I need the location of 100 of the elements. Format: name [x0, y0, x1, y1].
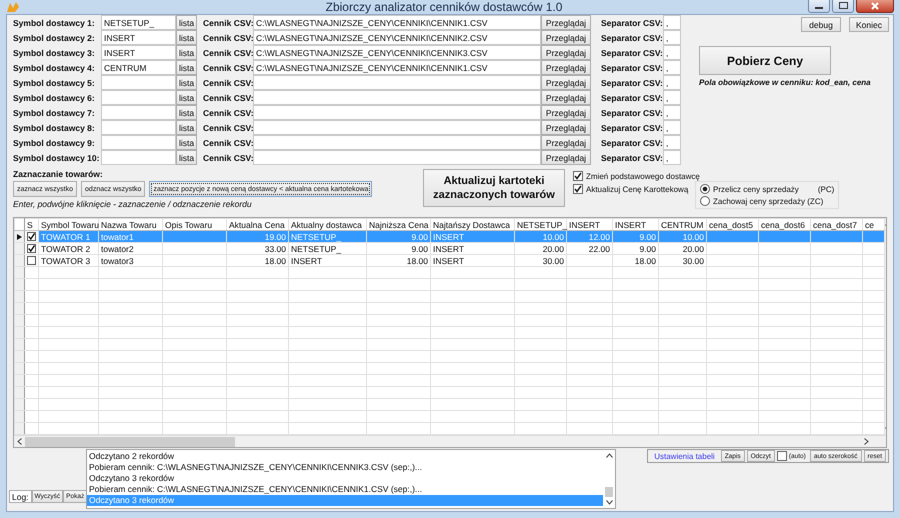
browse-button[interactable]: Przeglądaj	[541, 60, 591, 75]
supplier-label: Symbol dostawcy 3:	[13, 46, 96, 60]
log-entry[interactable]: Pobieram cennik: C:\WLASNEGT\NAJNIZSZE_CENY\CENNIKI\CENNIK1.CSV (sep:,)...	[87, 484, 603, 495]
exit-button[interactable]: Koniec	[849, 17, 889, 32]
column-header[interactable]: Opis Towaru	[162, 218, 226, 230]
browse-button[interactable]: Przeglądaj	[541, 150, 591, 165]
column-header[interactable]: cena_dost6	[758, 218, 810, 230]
column-header[interactable]: Nazwa Towaru	[98, 218, 162, 230]
column-header[interactable]: CENTRUM	[658, 218, 706, 230]
column-header[interactable]: INSERT	[612, 218, 658, 230]
column-header[interactable]: ce	[862, 218, 884, 230]
separator-field[interactable]: ,	[663, 45, 681, 60]
debug-button[interactable]: debug	[801, 17, 841, 32]
symbol-field[interactable]	[101, 120, 176, 135]
csv-path-field[interactable]: C:\WLASNEGT\NAJNIZSZE_CENY\CENNIKI\CENNIK3.CSV	[253, 45, 541, 60]
separator-field[interactable]: ,	[663, 150, 681, 165]
separator-field[interactable]: ,	[663, 15, 681, 30]
fetch-prices-button[interactable]: Pobierz Ceny	[699, 46, 831, 75]
csv-path-field[interactable]	[253, 90, 541, 105]
row-checkbox[interactable]	[27, 244, 36, 253]
list-button[interactable]: lista	[176, 120, 197, 135]
list-button[interactable]: lista	[176, 30, 197, 45]
horizontal-scrollbar[interactable]	[14, 435, 886, 447]
browse-button[interactable]: Przeglądaj	[541, 120, 591, 135]
symbol-field[interactable]	[101, 90, 176, 105]
list-button[interactable]: lista	[176, 105, 197, 120]
scroll-left-icon[interactable]	[17, 438, 22, 445]
row-checkbox[interactable]	[27, 256, 36, 265]
separator-field[interactable]: ,	[663, 30, 681, 45]
checkbox[interactable]	[776, 451, 787, 461]
minimize-button[interactable]	[808, 0, 830, 13]
list-button[interactable]: lista	[176, 15, 197, 30]
scroll-thumb[interactable]	[25, 436, 235, 446]
csv-path-field[interactable]	[253, 120, 541, 135]
symbol-field[interactable]	[101, 75, 176, 90]
table-cell	[706, 242, 758, 254]
symbol-field[interactable]	[101, 150, 176, 165]
column-header[interactable]: INSERT	[566, 218, 612, 230]
browse-button[interactable]: Przeglądaj	[541, 135, 591, 150]
list-button[interactable]: lista	[176, 150, 197, 165]
separator-field[interactable]: ,	[663, 90, 681, 105]
symbol-field[interactable]: CENTRUM	[101, 60, 176, 75]
log-entry[interactable]: Odczytano 2 rekordów	[87, 451, 603, 462]
browse-button[interactable]: Przeglądaj	[541, 90, 591, 105]
column-header[interactable]: Aktualny dostawca	[288, 218, 366, 230]
radio-button[interactable]	[700, 184, 710, 194]
scroll-up-icon[interactable]	[606, 453, 612, 458]
column-header[interactable]: NETSETUP_	[514, 218, 566, 230]
separator-field[interactable]: ,	[663, 135, 681, 150]
close-button[interactable]	[856, 0, 894, 13]
separator-field[interactable]: ,	[663, 75, 681, 90]
csv-path-field[interactable]: C:\WLASNEGT\NAJNIZSZE_CENY\CENNIKI\CENNIK1.CSV	[253, 60, 541, 75]
list-button[interactable]: lista	[176, 75, 197, 90]
browse-button[interactable]: Przeglądaj	[541, 15, 591, 30]
scroll-thumb[interactable]	[605, 487, 613, 497]
log-button[interactable]: Log:	[9, 490, 32, 503]
symbol-field[interactable]: INSERT	[101, 30, 176, 45]
log-entry[interactable]: Pobieram cennik: C:\WLASNEGT\NAJNIZSZE_CENY\CENNIKI\CENNIK3.CSV (sep:,)...	[87, 462, 603, 473]
browse-button[interactable]: Przeglądaj	[541, 45, 591, 60]
list-button[interactable]: lista	[176, 45, 197, 60]
update-records-button[interactable]: Aktualizuj kartoteki zaznaczonych towarów	[423, 169, 565, 207]
row-header[interactable]	[14, 230, 24, 242]
log-entry[interactable]: Odczytano 3 rekordów	[87, 473, 603, 484]
list-button[interactable]: lista	[176, 60, 197, 75]
column-header[interactable]: cena_dost5	[706, 218, 758, 230]
browse-button[interactable]: Przeglądaj	[541, 105, 591, 120]
table-cell	[758, 242, 810, 254]
csv-label: Cennik CSV:	[203, 16, 253, 30]
maximize-button[interactable]	[832, 0, 854, 13]
browse-button[interactable]: Przeglądaj	[541, 75, 591, 90]
csv-path-field[interactable]	[253, 150, 541, 165]
scroll-down-icon[interactable]	[606, 500, 612, 505]
column-header[interactable]: Najtańszy Dostawca	[430, 218, 514, 230]
browse-button[interactable]: Przeglądaj	[541, 30, 591, 45]
separator-field[interactable]: ,	[663, 60, 681, 75]
csv-path-field[interactable]	[253, 135, 541, 150]
checkbox[interactable]	[573, 171, 583, 181]
symbol-field[interactable]: INSERT	[101, 45, 176, 60]
checkbox[interactable]	[573, 184, 583, 194]
list-button[interactable]: lista	[176, 90, 197, 105]
csv-path-field[interactable]	[253, 105, 541, 120]
column-header[interactable]: Symbol Towaru	[38, 218, 98, 230]
csv-path-field[interactable]: C:\WLASNEGT\NAJNIZSZE_CENY\CENNIKI\CENNIK2.CSV	[253, 30, 541, 45]
symbol-field[interactable]	[101, 135, 176, 150]
column-header[interactable]: cena_dost7	[810, 218, 862, 230]
column-header[interactable]: S	[24, 218, 38, 230]
separator-field[interactable]: ,	[663, 105, 681, 120]
radio-button[interactable]	[700, 196, 710, 206]
csv-path-field[interactable]	[253, 75, 541, 90]
symbol-field[interactable]	[101, 105, 176, 120]
column-header[interactable]: Aktualna Cena	[226, 218, 288, 230]
symbol-field[interactable]: NETSETUP_	[101, 15, 176, 30]
separator-field[interactable]: ,	[663, 120, 681, 135]
csv-path-field[interactable]: C:\WLASNEGT\NAJNIZSZE_CENY\CENNIKI\CENNIK1.CSV	[253, 15, 541, 30]
column-header[interactable]: Najniższa Cena	[366, 218, 430, 230]
supplier-label: Symbol dostawcy 4:	[13, 62, 96, 75]
scroll-right-icon[interactable]	[864, 438, 869, 445]
list-button[interactable]: lista	[176, 135, 197, 150]
row-checkbox[interactable]	[27, 232, 36, 241]
table-cell: 19.00	[226, 230, 288, 242]
